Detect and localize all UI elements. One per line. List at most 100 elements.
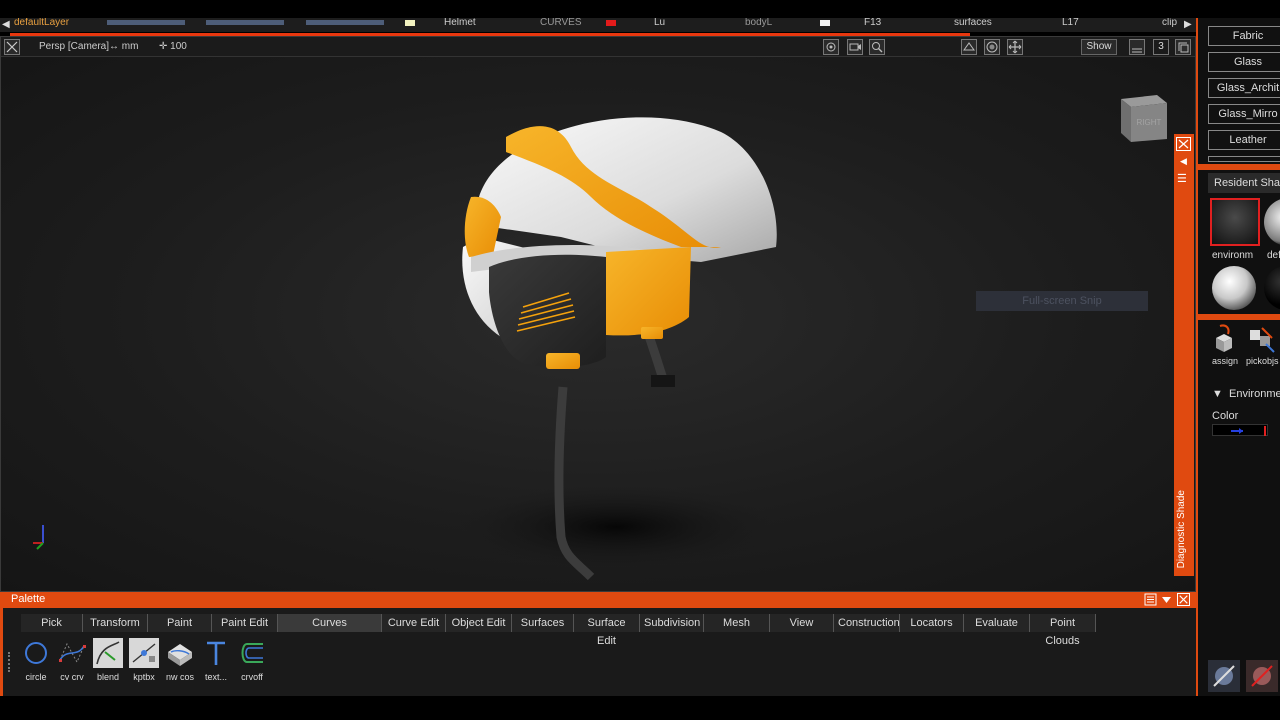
full-screen-snip-tooltip: Full-screen Snip [976,291,1148,311]
helmet-orange-cheek [606,247,691,336]
color-slider[interactable] [1212,424,1268,436]
show-button[interactable]: Show [1081,39,1117,55]
shader-swatch-default[interactable] [1264,198,1280,246]
shader-sphere-white[interactable] [1212,266,1256,310]
tool-circle[interactable]: circle [21,638,51,682]
material-lib-glass-mirror[interactable]: Glass_Mirro [1208,104,1280,124]
pick-objects-icon[interactable] [1246,324,1276,354]
close-icon[interactable] [4,39,20,55]
tool-text[interactable]: text... [201,638,231,682]
layer-tab-body[interactable]: bodyL [745,18,772,28]
tool-crvoff[interactable]: crvoff [237,638,267,682]
bottom-shader-icons[interactable] [1208,660,1280,692]
layer-tab-f13[interactable]: F13 [864,18,881,28]
right-arrow-icon[interactable]: ▶ [1184,20,1192,30]
material-lib-fabric[interactable]: Fabric [1208,26,1280,46]
tool-blend[interactable]: blend [93,638,123,682]
close-icon[interactable] [1176,137,1191,151]
camera-track-icon[interactable] [847,39,863,55]
collapse-arrow-icon[interactable]: ◀ [1180,156,1187,167]
tab-paint-edit[interactable]: Paint Edit [212,614,278,632]
layer-tab-l1[interactable]: Lu [654,18,665,28]
tab-surfaces[interactable]: Surfaces [512,614,574,632]
drag-handle[interactable] [8,652,12,672]
viewport-canvas[interactable]: RIGHT [1,57,1195,591]
move-cross-icon[interactable] [1007,39,1023,55]
layout-icon[interactable] [1129,39,1145,55]
viewport-header: Persp [Camera] ↔ mm ✛ 100 Show 3 [1,37,1195,57]
shader-label-environment: environm [1212,250,1254,261]
material-lib-leather[interactable]: Leather [1208,130,1280,150]
layer-bar [206,20,284,25]
zoom-icon[interactable] [869,39,885,55]
palette-title: Palette [11,593,46,605]
pickobjs-label: pickobjs [1246,356,1279,366]
material-lib-next[interactable] [1208,156,1280,162]
tab-mesh[interactable]: Mesh [704,614,770,632]
tab-pick[interactable]: Pick [21,614,83,632]
tab-construction[interactable]: Construction [834,614,900,632]
tool-label: text... [204,672,227,682]
cv-curve-icon [59,642,86,664]
tool-kptbx[interactable]: kptbx [129,638,159,682]
maximize-icon[interactable] [1175,39,1191,55]
shader-swatch-environment[interactable] [1210,198,1260,246]
units-label: mm [121,41,139,52]
layer-tab-helmet[interactable]: Helmet [444,18,476,28]
tool-label: cv crv [60,672,84,682]
color-label: Color [1212,410,1239,422]
tab-view[interactable]: View [770,614,834,632]
tab-paint[interactable]: Paint [148,614,212,632]
view-count[interactable]: 3 [1153,39,1169,55]
layer-tab[interactable]: defaultLayer [14,18,69,28]
chin-piece [546,353,580,369]
shader-sphere-black[interactable] [1264,266,1280,310]
tab-surface-edit[interactable]: Surface Edit [574,614,640,647]
material-lib-glass[interactable]: Glass [1208,52,1280,72]
tool-new-cos[interactable]: nw cos [165,638,195,682]
tab-subdivision[interactable]: Subdivision [640,614,704,632]
tool-label: nw cos [165,672,194,682]
display-mode-icon[interactable] [961,39,977,55]
menu-icon[interactable] [1144,593,1157,606]
text-icon [207,641,225,665]
tab-locators[interactable]: Locators [900,614,964,632]
chevron-down-icon[interactable] [1160,593,1173,606]
shader-label-default: def [1267,250,1280,261]
tab-evaluate[interactable]: Evaluate [964,614,1030,632]
shade-sphere-icon[interactable] [984,39,1000,55]
tab-transform[interactable]: Transform [83,614,148,632]
left-arrow-icon[interactable]: ◀ [2,20,10,30]
layer-swatch [405,20,415,26]
layer-tab-surfaces[interactable]: surfaces [954,18,992,28]
strap-buckle [651,375,675,387]
environment-section[interactable]: ▼ Environment [1212,388,1280,400]
layer-tab-l17[interactable]: L17 [1062,18,1079,28]
camera-tumble-icon[interactable] [823,39,839,55]
tool-label: crvoff [241,672,263,682]
curve-tools: circle cv crv blend kptbx nw cos text...… [21,638,267,682]
perspective-viewport[interactable]: Persp [Camera] ↔ mm ✛ 100 Show 3 RIGHT F… [0,36,1196,592]
tab-object-edit[interactable]: Object Edit [446,614,512,632]
right-control-panel: Fabric Glass Glass_Archit Glass_Mirro Le… [1196,18,1280,696]
tool-label: blend [96,672,120,682]
menu-icon[interactable]: ☰ [1177,172,1187,185]
assign-shader-icon[interactable] [1212,324,1236,354]
top-layer-strip: ◀ defaultLayer Helmet CURVES Lu bodyL F1… [0,18,1196,32]
camera-name[interactable]: Persp [Camera] [39,41,109,52]
environment-label: Environment [1229,388,1280,400]
material-lib-glass-archit[interactable]: Glass_Archit [1208,78,1280,98]
tab-point-clouds[interactable]: Point Clouds [1030,614,1096,647]
layer-tab-clip[interactable]: clip [1162,18,1177,28]
tab-curves[interactable]: Curves [278,614,382,632]
curve-offset-icon [241,643,263,663]
palette-body: Pick Transform Paint Paint Edit Curves C… [0,608,1196,696]
tool-cv-curve[interactable]: cv crv [57,638,87,682]
tab-curve-edit[interactable]: Curve Edit [382,614,446,632]
layer-tab-curves[interactable]: CURVES [540,18,582,28]
layer-bar [306,20,384,25]
keypoint-toolbox-icon [129,638,159,668]
diagnostic-shade-tab[interactable]: ◀ ☰ Diagnostic Shade [1174,134,1194,576]
chevron-down-icon: ▼ [1212,388,1223,400]
close-icon[interactable] [1177,593,1190,606]
